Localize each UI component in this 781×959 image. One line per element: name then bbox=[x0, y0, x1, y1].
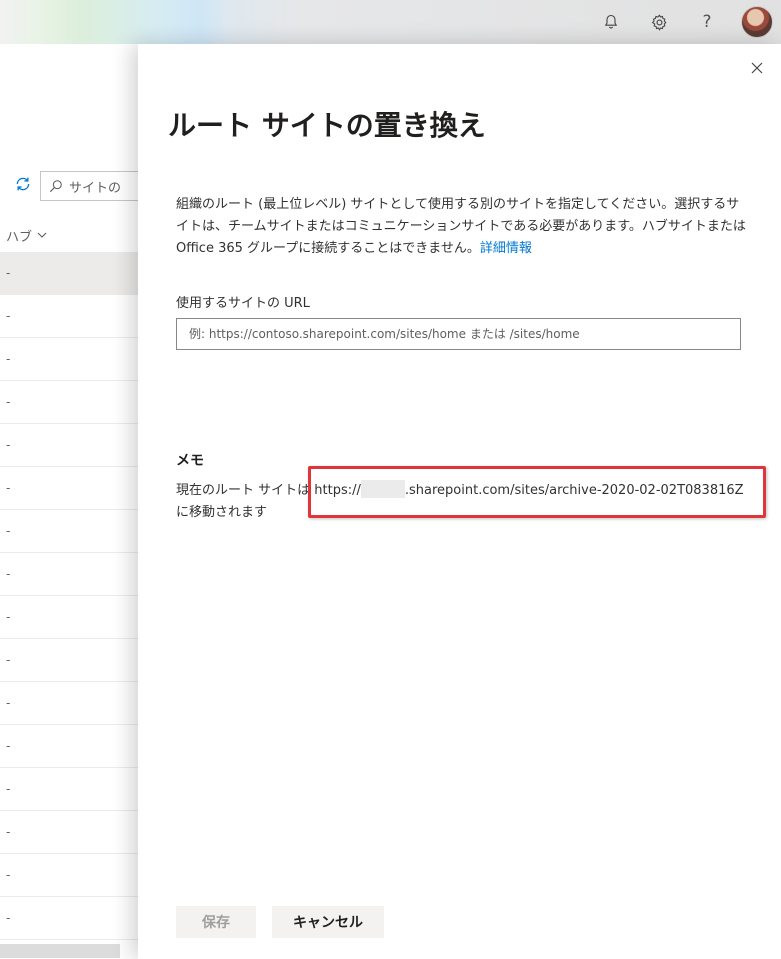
bell-icon bbox=[604, 14, 618, 29]
table-row[interactable]: - bbox=[0, 596, 140, 639]
close-icon bbox=[751, 62, 763, 74]
table-row[interactable]: - bbox=[0, 338, 140, 381]
chevron-down-icon bbox=[37, 232, 47, 238]
suite-header-actions: ? bbox=[587, 0, 781, 44]
help-button[interactable]: ? bbox=[683, 0, 731, 44]
close-button[interactable] bbox=[747, 58, 767, 78]
background-command-bar: サイトの bbox=[0, 164, 140, 208]
settings-button[interactable] bbox=[635, 0, 683, 44]
horizontal-scrollbar[interactable] bbox=[0, 944, 120, 958]
memo-prefix: 現在のルート サイトは https:// bbox=[176, 483, 361, 498]
avatar[interactable] bbox=[741, 6, 773, 38]
notifications-button[interactable] bbox=[587, 0, 635, 44]
column-header-hub[interactable]: ハブ bbox=[0, 220, 140, 250]
site-url-label: 使用するサイトの URL bbox=[176, 296, 310, 311]
table-row[interactable]: - bbox=[0, 811, 140, 854]
search-placeholder: サイトの bbox=[69, 180, 122, 196]
cancel-button[interactable]: キャンセル bbox=[272, 906, 384, 938]
background-page: サイトの ハブ - - - - - - - - - - - - - - - - bbox=[0, 44, 140, 959]
help-icon: ? bbox=[702, 12, 712, 32]
panel-description: 組織のルート (最上位レベル) サイトとして使用する別のサイトを指定してください… bbox=[176, 194, 746, 260]
table-row[interactable]: - bbox=[0, 768, 140, 811]
table-row[interactable]: - bbox=[0, 897, 140, 940]
site-url-input[interactable] bbox=[176, 318, 741, 350]
memo-line2: に移動されます bbox=[176, 505, 268, 520]
suite-header: ? bbox=[0, 0, 781, 44]
background-search-box[interactable]: サイトの bbox=[40, 171, 140, 201]
table-row[interactable]: - bbox=[0, 467, 140, 510]
table-row[interactable]: - bbox=[0, 424, 140, 467]
background-table-rows: - - - - - - - - - - - - - - - - bbox=[0, 252, 140, 940]
table-row[interactable]: - bbox=[0, 252, 140, 295]
gear-icon bbox=[651, 13, 667, 31]
redacted-tenant bbox=[360, 480, 405, 498]
refresh-icon[interactable] bbox=[14, 175, 32, 197]
save-button[interactable]: 保存 bbox=[176, 906, 256, 938]
description-text: 組織のルート (最上位レベル) サイトとして使用する別のサイトを指定してください… bbox=[176, 197, 746, 256]
table-row[interactable]: - bbox=[0, 725, 140, 768]
memo-heading: メモ bbox=[176, 453, 204, 469]
replace-root-site-panel: ルート サイトの置き換え 組織のルート (最上位レベル) サイトとして使用する別… bbox=[138, 44, 781, 959]
table-row[interactable]: - bbox=[0, 510, 140, 553]
learn-more-link[interactable]: 詳細情報 bbox=[480, 241, 532, 256]
table-row[interactable]: - bbox=[0, 682, 140, 725]
table-row[interactable]: - bbox=[0, 639, 140, 682]
table-row[interactable]: - bbox=[0, 381, 140, 424]
table-row[interactable]: - bbox=[0, 295, 140, 338]
panel-footer: 保存 キャンセル bbox=[176, 906, 384, 938]
memo-suffix: .sharepoint.com/sites/archive-2020-02-02… bbox=[404, 483, 744, 498]
search-icon bbox=[49, 180, 62, 193]
memo-text: 現在のルート サイトは https:// .sharepoint.com/site… bbox=[176, 480, 756, 524]
table-row[interactable]: - bbox=[0, 553, 140, 596]
table-row[interactable]: - bbox=[0, 854, 140, 897]
panel-title: ルート サイトの置き換え bbox=[168, 109, 486, 142]
